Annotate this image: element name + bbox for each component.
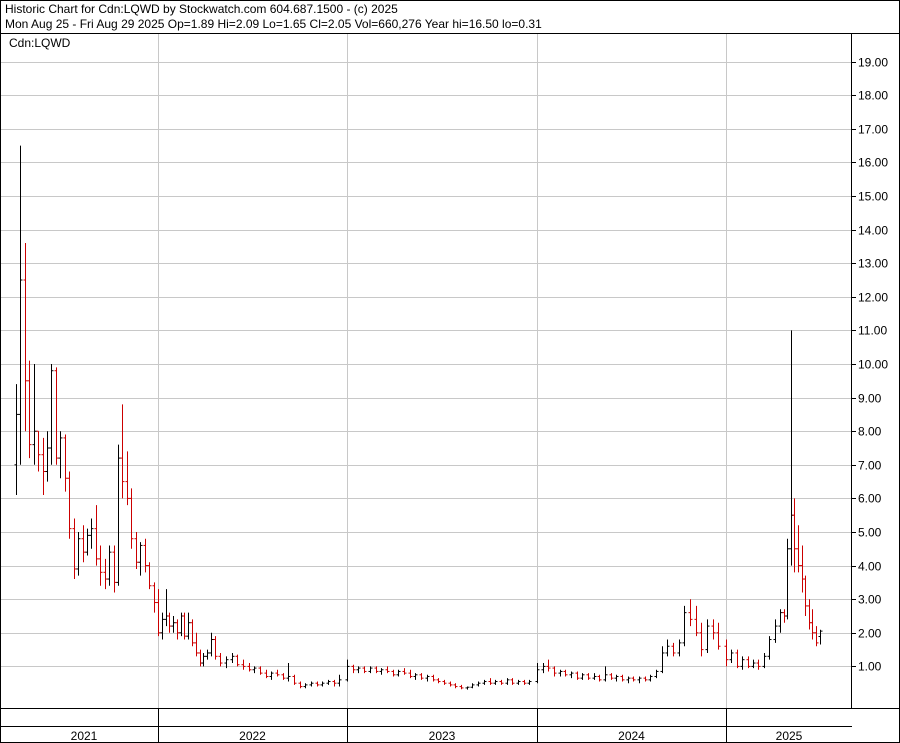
y-tick-label: 19.00: [858, 56, 888, 70]
y-tick-label: 7.00: [858, 459, 882, 473]
y-tick-label: 16.00: [858, 156, 888, 170]
y-tick-label: 9.00: [858, 392, 882, 406]
y-tick-label: 2.00: [858, 627, 882, 641]
y-tick-label: 10.00: [858, 358, 888, 372]
y-tick-label: 17.00: [858, 123, 888, 137]
symbol-label: Cdn:LQWD: [9, 36, 71, 50]
year-label: 2023: [429, 729, 456, 743]
y-tick-label: 6.00: [858, 492, 882, 506]
y-tick-label: 14.00: [858, 224, 888, 238]
y-tick-label: 18.00: [858, 89, 888, 103]
y-tick-label: 12.00: [858, 291, 888, 305]
plot-frame: [0, 33, 852, 709]
y-tick-label: 15.00: [858, 190, 888, 204]
year-label: 2024: [618, 729, 645, 743]
y-tick-label: 13.00: [858, 257, 888, 271]
y-tick-label: 5.00: [858, 526, 882, 540]
price-chart: 1.00 2.00 3.00 4.00 5.00 6.00 7.00 8.00 9.00 10.0…: [0, 33, 900, 743]
y-tick-label: 11.00: [858, 324, 887, 338]
year-label: 2021: [71, 729, 98, 743]
y-tick-label: 3.00: [858, 593, 882, 607]
y-tick-label: 4.00: [858, 560, 882, 574]
year-label: 2025: [776, 729, 803, 743]
year-label: 2022: [239, 729, 266, 743]
y-tick-label: 1.00: [858, 660, 882, 674]
y-tick-label: 8.00: [858, 425, 882, 439]
